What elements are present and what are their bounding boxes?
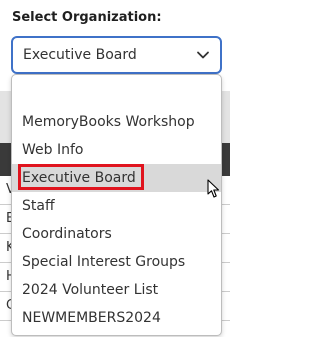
option-executive-board[interactable]: Executive Board xyxy=(12,164,221,192)
option-memorybooks-workshop[interactable]: MemoryBooks Workshop xyxy=(12,108,221,136)
select-organization-label: Select Organization: xyxy=(12,10,162,25)
option-empty[interactable] xyxy=(12,81,221,109)
chevron-down-icon xyxy=(197,51,209,59)
organization-dropdown-list: MemoryBooks Workshop Web Info Executive … xyxy=(11,74,222,336)
option-newmembers2024[interactable]: NEWMEMBERS2024 xyxy=(12,304,221,332)
organization-select-value: Executive Board xyxy=(23,47,137,63)
option-web-info[interactable]: Web Info xyxy=(12,136,221,164)
option-2024-volunteer-list[interactable]: 2024 Volunteer List xyxy=(12,276,221,304)
option-special-interest-groups[interactable]: Special Interest Groups xyxy=(12,248,221,276)
option-staff[interactable]: Staff xyxy=(12,192,221,220)
mouse-pointer-icon xyxy=(207,179,220,198)
option-coordinators[interactable]: Coordinators xyxy=(12,220,221,248)
organization-select[interactable]: Executive Board xyxy=(11,36,222,74)
